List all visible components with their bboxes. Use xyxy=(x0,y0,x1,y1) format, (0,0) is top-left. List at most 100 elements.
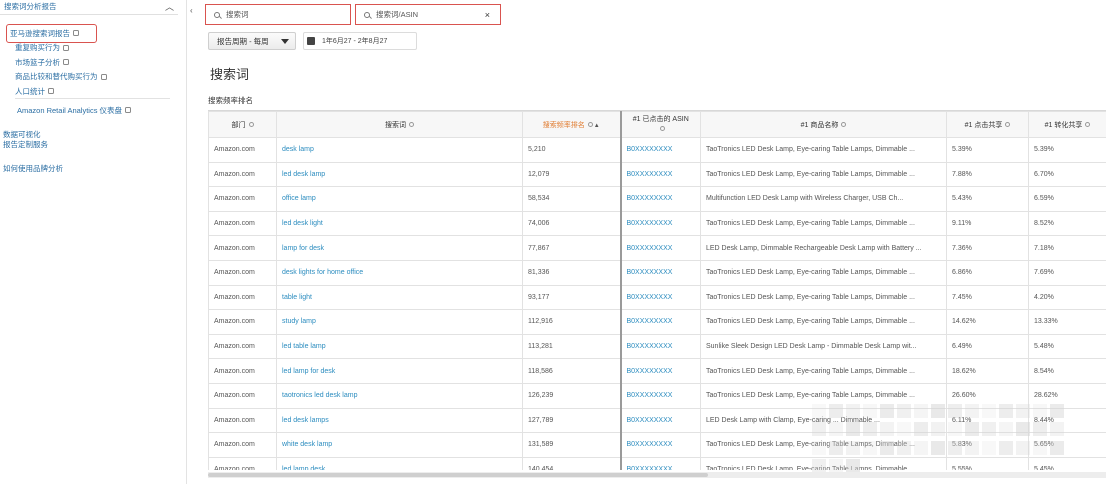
chevron-up-icon[interactable]: ︿ xyxy=(165,0,174,13)
column-header-clicked-asin[interactable]: #1 已点击的 ASIN xyxy=(619,111,701,138)
column-header-department[interactable]: 部门 xyxy=(208,111,277,138)
sidebar-item-item-comparison[interactable]: 商品比较和替代购买行为 xyxy=(15,70,107,85)
date-range-picker[interactable]: 1年6月27 - 2年8月27 xyxy=(303,32,417,50)
sidebar-item-how-to-use[interactable]: 如何使用品牌分析 xyxy=(3,164,63,174)
cell-search-term[interactable]: study lamp xyxy=(276,309,523,335)
cell-search-term[interactable]: led desk lamps xyxy=(276,407,523,434)
cell-asin[interactable]: B0XXXXXXXX xyxy=(619,432,701,458)
cell-search-rank: 5,210 xyxy=(522,137,621,163)
cell-asin[interactable]: B0XXXXXXXX xyxy=(619,259,701,286)
collapse-sidebar-icon[interactable]: ‹ xyxy=(190,6,193,15)
watermark-block xyxy=(880,404,894,418)
cell-department: Amazon.com xyxy=(208,259,277,286)
column-header-conversion-share[interactable]: #1 转化共享 xyxy=(1028,111,1106,138)
sidebar-item-demographics[interactable]: 人口统计 xyxy=(15,84,107,99)
cell-product-title: TaoTronics LED Desk Lamp, Eye-caring Tab… xyxy=(700,309,947,335)
cell-asin[interactable]: B0XXXXXXXX xyxy=(619,137,701,163)
cell-asin[interactable]: B0XXXXXXXX xyxy=(619,161,701,188)
watermark-block xyxy=(880,440,894,455)
column-header-search-rank[interactable]: 搜索频率排名 ▲ xyxy=(522,111,621,138)
watermark-block xyxy=(846,404,860,418)
cell-search-term[interactable]: white desk lamp xyxy=(276,432,523,458)
cell-department: Amazon.com xyxy=(208,333,277,360)
sidebar-item-label: Amazon Retail Analytics 仪表盘 xyxy=(17,105,123,115)
cell-asin[interactable]: B0XXXXXXXX xyxy=(619,284,701,311)
watermark-block xyxy=(931,440,945,455)
cell-product-title: TaoTronics LED Desk Lamp, Eye-caring Tab… xyxy=(700,210,947,237)
cell-search-term[interactable]: desk lights for home office xyxy=(276,259,523,286)
watermark-block xyxy=(1016,422,1030,437)
cell-search-term[interactable]: table light xyxy=(276,284,523,311)
cell-asin[interactable]: B0XXXXXXXX xyxy=(619,186,701,212)
sidebar-item-label: 市场篮子分析 xyxy=(15,57,60,67)
sidebar-item-repeat-purchase[interactable]: 重复购买行为 xyxy=(15,41,107,56)
sidebar-item-data-visualization[interactable]: 数据可视化 xyxy=(3,130,48,140)
cell-search-term[interactable]: led desk lamp xyxy=(276,161,523,188)
watermark-block xyxy=(829,422,843,437)
search-asin-input[interactable] xyxy=(376,10,476,19)
cell-asin[interactable]: B0XXXXXXXX xyxy=(619,358,701,384)
watermark xyxy=(812,404,1072,474)
report-period-dropdown[interactable]: 报告周期 - 每周 xyxy=(208,32,296,50)
cell-department: Amazon.com xyxy=(208,432,277,458)
clear-icon[interactable]: × xyxy=(485,10,490,20)
column-header-click-share[interactable]: #1 点击共享 xyxy=(946,111,1029,138)
sidebar-item-search-term-report[interactable]: 亚马逊搜索词报告 xyxy=(6,24,97,43)
sidebar-header-title: 搜索词分析报告 xyxy=(4,1,57,11)
sidebar-item-market-basket[interactable]: 市场篮子分析 xyxy=(15,55,107,70)
cell-conversion-share: 4.20% xyxy=(1028,284,1106,311)
watermark-block xyxy=(982,422,996,437)
cell-click-share: 9.11% xyxy=(946,210,1029,237)
cell-search-term[interactable]: desk lamp xyxy=(276,137,523,163)
cell-search-term[interactable]: led desk light xyxy=(276,210,523,237)
cell-department: Amazon.com xyxy=(208,407,277,434)
sidebar-item-retail-analytics[interactable]: Amazon Retail Analytics 仪表盘 xyxy=(17,103,132,118)
cell-search-term[interactable]: taotronics led desk lamp xyxy=(276,382,523,409)
cell-asin[interactable]: B0XXXXXXXX xyxy=(619,210,701,237)
cell-click-share: 6.86% xyxy=(946,259,1029,286)
watermark-block xyxy=(812,422,826,437)
column-label: #1 转化共享 xyxy=(1044,121,1083,129)
cell-asin[interactable]: B0XXXXXXXX xyxy=(619,382,701,409)
cell-search-term[interactable]: led lamp desk xyxy=(276,456,523,470)
sidebar-item-report-custom[interactable]: 报告定制服务 xyxy=(3,140,48,150)
sidebar-item-label: 人口统计 xyxy=(15,86,45,96)
watermark-block xyxy=(846,458,860,473)
cell-asin[interactable]: B0XXXXXXXX xyxy=(619,309,701,335)
search-term-input-box[interactable] xyxy=(205,4,351,25)
sidebar-border xyxy=(186,0,187,484)
watermark-block xyxy=(982,440,996,455)
cell-conversion-share: 5.48% xyxy=(1028,333,1106,360)
scrollbar-thumb[interactable] xyxy=(208,473,708,477)
cell-product-title: TaoTronics LED Desk Lamp, Eye-caring Tab… xyxy=(700,137,947,163)
external-link-icon xyxy=(73,30,79,37)
watermark-block xyxy=(812,404,826,418)
cell-asin[interactable]: B0XXXXXXXX xyxy=(619,456,701,470)
horizontal-scrollbar[interactable] xyxy=(208,472,1106,478)
date-range-text: 1年6月27 - 2年8月27 xyxy=(322,38,388,45)
cell-search-term[interactable]: lamp for desk xyxy=(276,235,523,261)
search-asin-input-box[interactable]: × xyxy=(355,4,501,25)
watermark-block xyxy=(829,440,843,455)
column-header-product-title[interactable]: #1 商品名称 xyxy=(700,111,947,138)
cell-click-share: 18.62% xyxy=(946,358,1029,384)
cell-asin[interactable]: B0XXXXXXXX xyxy=(619,407,701,434)
column-header-search-term[interactable]: 搜索词 xyxy=(276,111,523,138)
table-header-row: 部门 搜索词 搜索频率排名 ▲ #1 已点击的 ASIN #1 商品名称 #1 点… xyxy=(208,111,1106,138)
sidebar-header[interactable]: 搜索词分析报告 ︿ xyxy=(4,0,174,12)
cell-search-term[interactable]: led lamp for desk xyxy=(276,358,523,384)
sort-icon xyxy=(409,122,414,128)
cell-department: Amazon.com xyxy=(208,309,277,335)
table-row: Amazon.com led lamp for desk 118,586 B0XXXX… xyxy=(208,358,1106,384)
cell-asin[interactable]: B0XXXXXXXX xyxy=(619,235,701,261)
sort-icon xyxy=(587,122,593,128)
watermark-block xyxy=(897,404,911,418)
external-link-icon xyxy=(63,59,69,66)
search-term-input[interactable] xyxy=(226,10,326,19)
cell-product-title: TaoTronics LED Desk Lamp, Eye-caring Tab… xyxy=(700,259,947,286)
cell-conversion-share: 8.52% xyxy=(1028,210,1106,237)
watermark-block xyxy=(1050,422,1064,437)
cell-search-term[interactable]: office lamp xyxy=(276,186,523,212)
cell-asin[interactable]: B0XXXXXXXX xyxy=(619,333,701,360)
cell-search-term[interactable]: led table lamp xyxy=(276,333,523,360)
